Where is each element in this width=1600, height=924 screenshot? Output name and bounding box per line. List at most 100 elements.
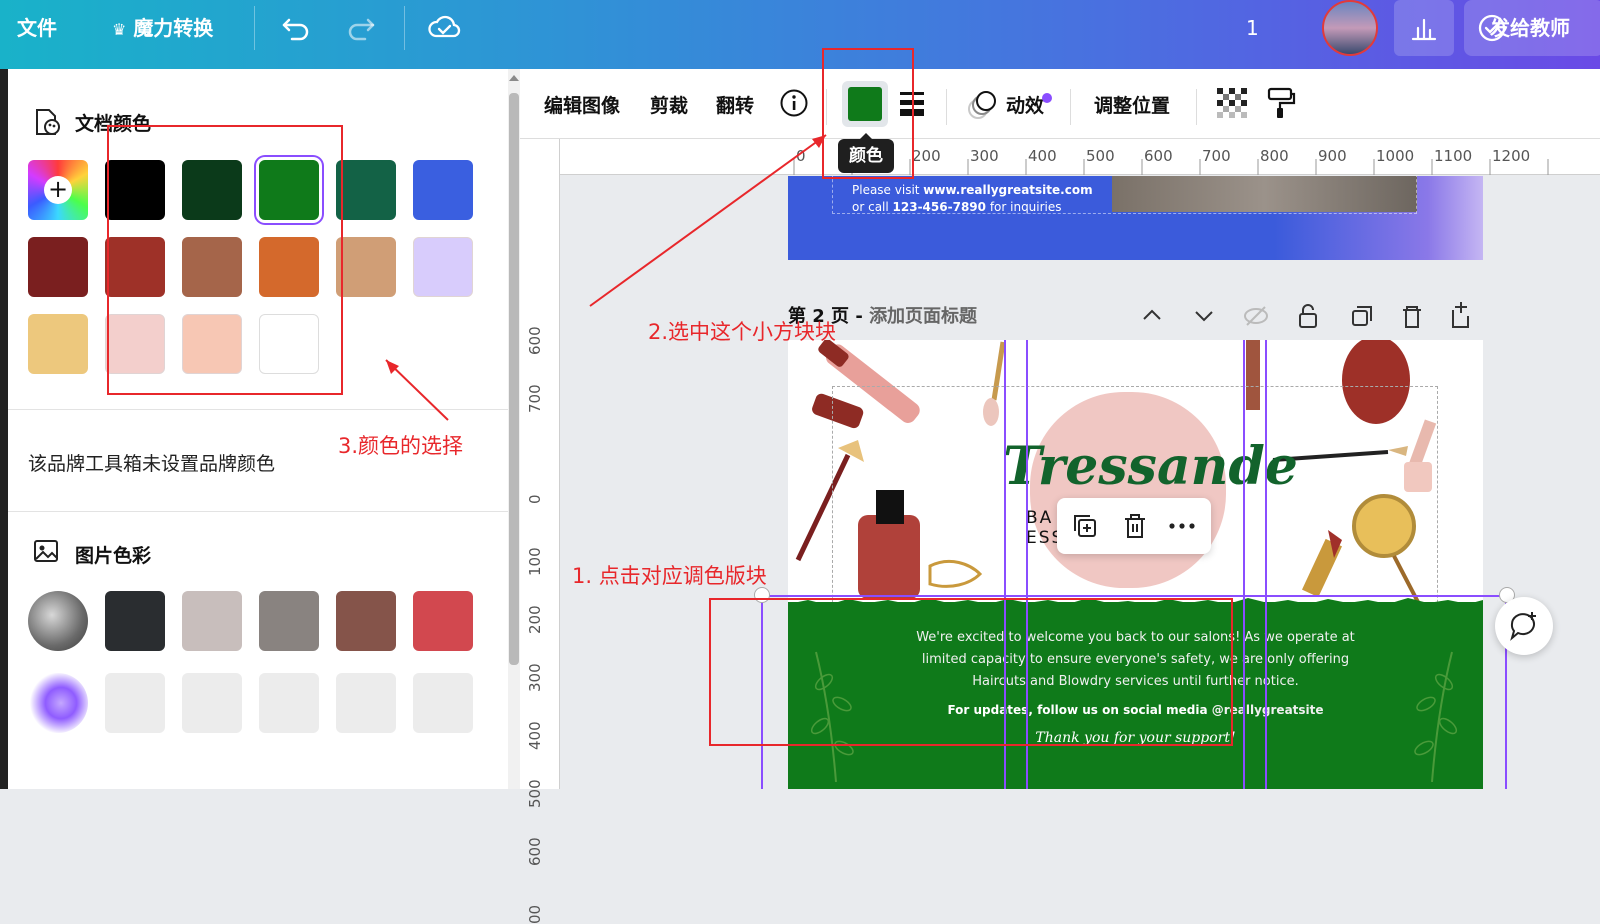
ruler-label: 300 [526, 663, 544, 692]
ruler-label: 600 [526, 326, 544, 355]
ruler-label: 700 [1202, 147, 1231, 165]
empty-swatch [413, 673, 473, 733]
annotation-step-2: 2.选中这个小方块块 [648, 320, 837, 344]
add-page-icon[interactable] [1452, 302, 1469, 328]
insights-button[interactable] [1394, 0, 1454, 56]
ruler-label: 900 [1318, 147, 1347, 165]
color-swatch[interactable] [259, 237, 319, 297]
brand-kit-note: 该品牌工具箱未设置品牌颜色 [28, 453, 276, 475]
color-swatch[interactable] [413, 237, 473, 297]
copy-style-icon[interactable] [1266, 86, 1296, 120]
ruler-label: 1200 [1492, 147, 1531, 165]
image-thumbnail[interactable] [28, 591, 88, 651]
doc-colors-title: 文档颜色 [75, 113, 152, 135]
empty-swatch [182, 673, 242, 733]
color-swatch[interactable] [336, 237, 396, 297]
bar-chart-icon [1411, 18, 1437, 41]
crop-button[interactable]: 剪裁 [650, 91, 688, 118]
selection-box [761, 595, 1507, 789]
color-swatch[interactable] [182, 237, 242, 297]
ruler-label: 300 [970, 147, 999, 165]
editor-toolbar: 编辑图像 剪裁 翻转 颜色 动效 调整位置 [520, 69, 1600, 173]
add-page-title[interactable]: 添加页面标题 [869, 306, 977, 327]
empty-swatch [259, 673, 319, 733]
color-swatch[interactable] [413, 160, 473, 220]
ruler-label: 00 [526, 904, 544, 924]
flip-button[interactable]: 翻转 [716, 91, 754, 118]
divider [946, 89, 947, 125]
magic-switch-button[interactable]: ♛ 魔力转换 [112, 0, 213, 56]
send-to-teacher-button[interactable]: 发给教师 [1464, 0, 1600, 56]
add-comment-icon [1510, 612, 1536, 641]
gradient-thumbnail[interactable] [28, 673, 88, 733]
color-swatch[interactable] [259, 314, 319, 374]
chevron-down-icon[interactable] [1195, 311, 1213, 322]
cloud-saved-icon[interactable] [426, 12, 462, 44]
ruler-label: 500 [526, 779, 544, 808]
file-menu[interactable]: 文件 [17, 0, 57, 56]
panel-scrollbar[interactable] [508, 69, 520, 789]
ruler-label: 1000 [1376, 147, 1415, 165]
ruler-horizontal: 0 200 300 400 500 600 700 800 900 1000 1… [560, 139, 1600, 175]
design-canvas: Please visit www.reallygreatsite.com or … [561, 176, 1600, 789]
image-colors-title: 图片色彩 [75, 545, 152, 567]
duplicate-icon[interactable] [1071, 512, 1099, 540]
hide-icon[interactable] [1244, 306, 1268, 326]
color-swatch[interactable] [28, 237, 88, 297]
undo-icon[interactable] [280, 12, 312, 44]
position-button[interactable]: 调整位置 [1094, 91, 1170, 118]
ruler-label: 600 [1144, 147, 1173, 165]
image-color-swatch[interactable] [413, 591, 473, 651]
divider [8, 409, 508, 410]
ruler-label: 0 [526, 494, 544, 504]
image-color-swatch[interactable] [336, 591, 396, 651]
color-panel: 文档颜色 + 该品牌工具箱未设置品牌颜色 图片色彩 [0, 69, 520, 789]
current-color-swatch [848, 87, 882, 121]
scroll-thumb[interactable] [509, 93, 519, 665]
ruler-label: 0 [796, 147, 806, 165]
new-badge-dot [1042, 93, 1052, 103]
image-color-swatch[interactable] [182, 591, 242, 651]
animate-icon [968, 91, 996, 119]
color-swatch[interactable] [28, 314, 88, 374]
divider [8, 511, 508, 512]
page1-selection-guide [832, 176, 1417, 214]
delete-page-icon[interactable] [1403, 306, 1421, 328]
transparency-icon[interactable] [1217, 88, 1247, 118]
line-weight-icon[interactable] [898, 89, 926, 117]
ruler-label: 800 [1260, 147, 1289, 165]
trash-icon[interactable] [1121, 512, 1149, 540]
animate-button[interactable]: 动效 [1006, 91, 1044, 118]
chevron-up-icon[interactable] [1143, 309, 1161, 320]
annotation-step-1: 1. 点击对应调色版块 [572, 564, 767, 588]
page-1[interactable]: Please visit www.reallygreatsite.com or … [788, 176, 1483, 260]
ruler-label: 700 [526, 384, 544, 413]
comment-button[interactable] [1495, 597, 1553, 655]
image-color-swatch[interactable] [105, 591, 165, 651]
color-swatch[interactable] [182, 314, 242, 374]
user-avatar[interactable] [1322, 0, 1378, 56]
doc-palette-icon [36, 109, 60, 135]
lock-icon[interactable] [1299, 304, 1317, 328]
image-color-swatch[interactable] [259, 591, 319, 651]
scroll-up-icon[interactable] [509, 75, 519, 81]
color-swatch[interactable] [336, 160, 396, 220]
color-button[interactable] [842, 81, 888, 127]
duplicate-page-icon[interactable] [1352, 306, 1372, 326]
redo-icon[interactable] [345, 12, 377, 44]
sidebar-edge [0, 69, 8, 789]
divider [254, 6, 255, 50]
empty-swatch [336, 673, 396, 733]
more-options-icon[interactable] [1167, 512, 1197, 540]
color-swatch[interactable] [105, 314, 165, 374]
edit-image-button[interactable]: 编辑图像 [544, 91, 620, 118]
annotation-step-3: 3.颜色的选择 [338, 434, 464, 458]
color-swatch[interactable] [182, 160, 242, 220]
info-icon[interactable] [779, 88, 809, 118]
page-controls [1143, 302, 1469, 328]
add-color-button[interactable]: + [28, 160, 88, 220]
divider [404, 6, 405, 50]
color-swatch[interactable] [259, 160, 319, 220]
color-swatch[interactable] [105, 237, 165, 297]
color-swatch[interactable] [105, 160, 165, 220]
